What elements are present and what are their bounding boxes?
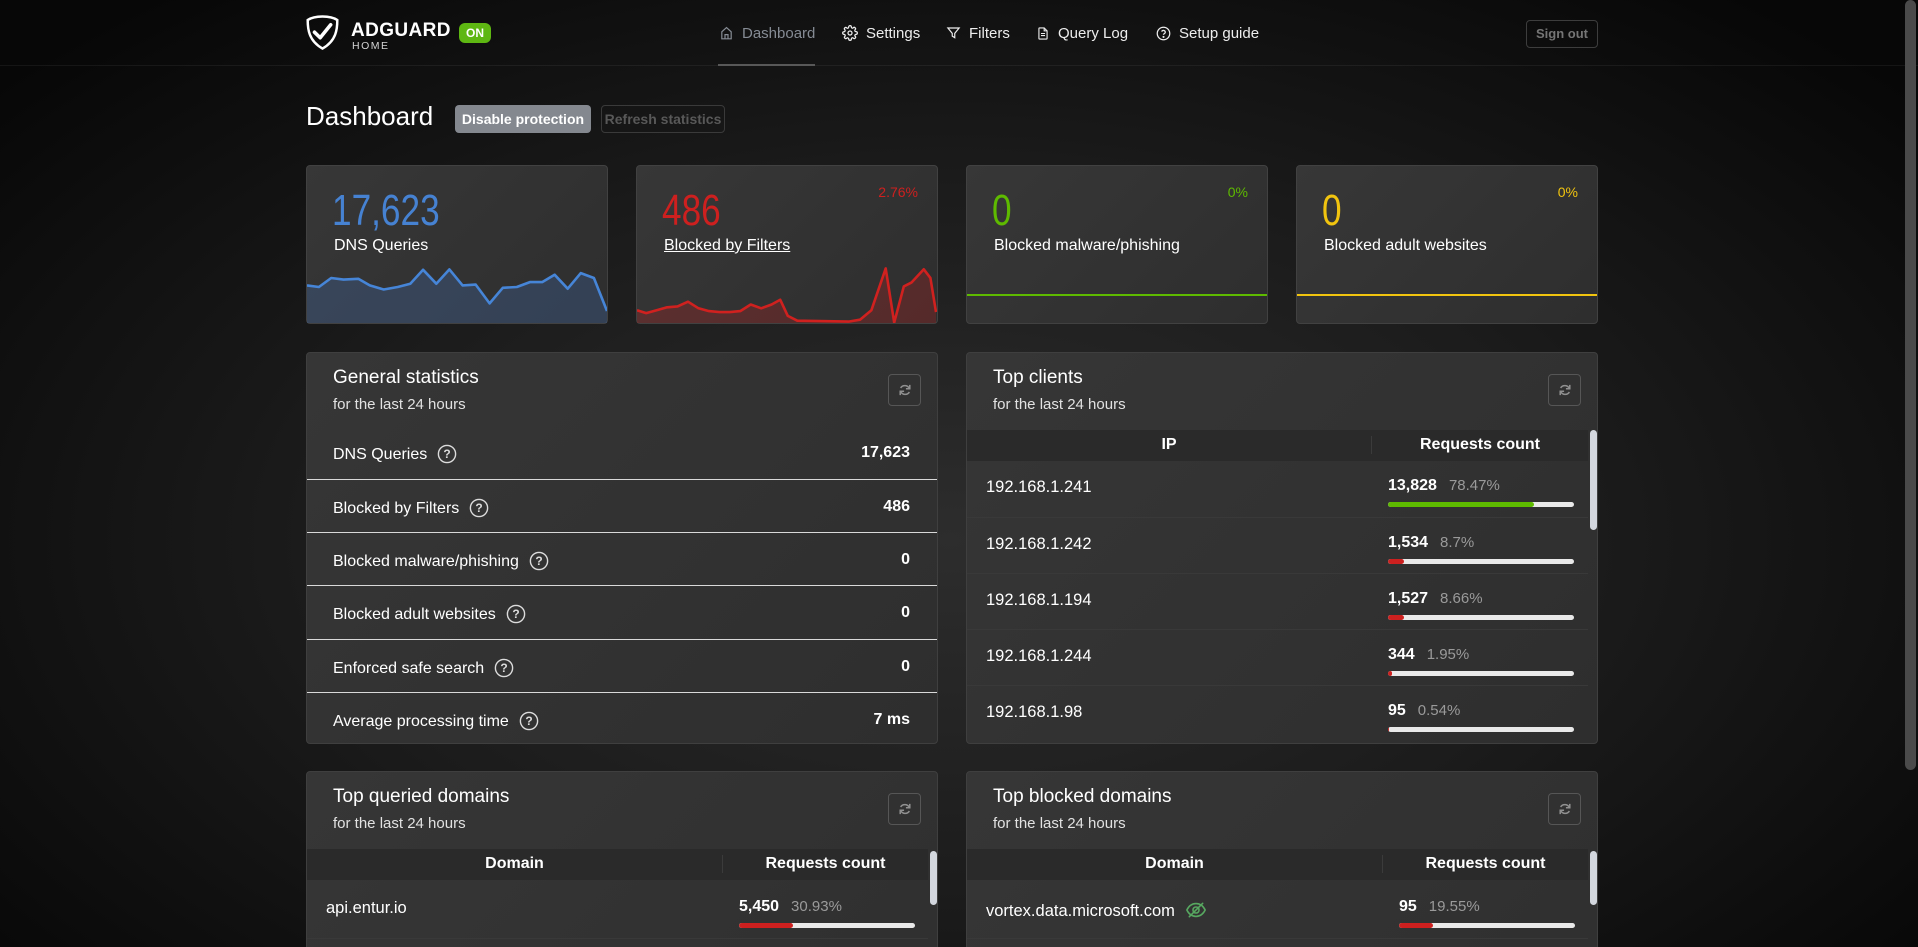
svg-text:?: ? xyxy=(535,554,542,568)
svg-text:?: ? xyxy=(525,714,532,728)
svg-text:?: ? xyxy=(476,501,483,515)
svg-text:?: ? xyxy=(512,607,519,621)
svg-text:?: ? xyxy=(501,661,508,675)
svg-text:?: ? xyxy=(444,447,451,461)
